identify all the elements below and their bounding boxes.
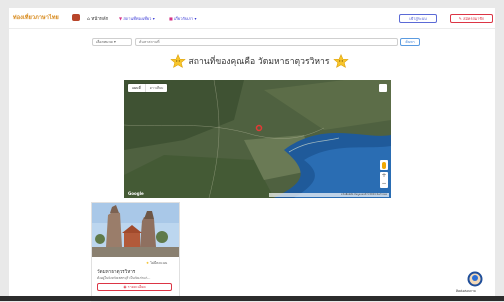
card-description: ตั้งอยู่ในจังหวัดเพชรบุรี เป็นวัดเก่าแก่…: [97, 276, 151, 280]
map-attribution[interactable]: แป้นพิมพ์ลัด ข้อมูลแผนที่ ©2024 ข้อกำหนด: [269, 193, 389, 197]
zoom-in-button[interactable]: +: [380, 172, 388, 180]
star-face-icon: [332, 54, 349, 68]
page: ท่องเที่ยวภาษาไทย ⌂ หน้าหลัก ▼ สถานที่ท่…: [9, 8, 495, 302]
google-logo: Google: [128, 191, 144, 196]
zoom-control: + −: [380, 172, 388, 188]
eye-icon: ◉: [123, 285, 127, 289]
home-icon: ⌂: [87, 17, 90, 22]
place-photo: [92, 203, 179, 257]
zoom-out-button[interactable]: −: [380, 180, 388, 188]
bottom-taskbar: [0, 296, 504, 301]
page-title: สถานที่ของคุณคือ วัดมหาธาตุวรวิหาร: [159, 54, 359, 68]
card-rating: ★ ไม่มีคะแนน: [146, 261, 168, 265]
category-select[interactable]: เลือกหมวด ▾: [92, 38, 132, 46]
map-tab[interactable]: แผนที่: [128, 84, 145, 92]
fullscreen-icon[interactable]: [379, 84, 387, 92]
star-face-icon: [169, 54, 186, 68]
chevron-down-icon: ▾: [194, 16, 197, 21]
navbar: ท่องเที่ยวภาษาไทย ⌂ หน้าหลัก ▼ สถานที่ท่…: [9, 8, 495, 29]
chat-avatar-icon[interactable]: [467, 271, 483, 287]
page-title-text: สถานที่ของคุณคือ วัดมหาธาตุวรวิหาร: [188, 57, 330, 67]
chevron-down-icon: ▾: [152, 16, 155, 21]
building-icon: ■: [169, 16, 173, 21]
brand-logo-text[interactable]: ท่องเที่ยวภาษาไทย: [13, 14, 59, 22]
card-details-button[interactable]: ◉ รายละเอียด: [97, 283, 172, 291]
star-icon: ★: [146, 261, 150, 265]
chevron-down-icon: ▾: [114, 40, 116, 44]
satellite-tab[interactable]: ดาวเทียม: [144, 84, 168, 92]
brand-logo-icon: [72, 14, 80, 21]
card-title: วัดมหาธาตุวรวิหาร: [97, 270, 136, 275]
map-view[interactable]: แผนที่ ดาวเทียม + − Google แป้นพิมพ์ลัด …: [124, 80, 391, 198]
pegman-icon[interactable]: [380, 160, 388, 170]
chat-label[interactable]: ติดต่อสอบถาม: [456, 289, 476, 294]
login-button[interactable]: เข้าสู่ระบบ: [399, 14, 437, 23]
nav-dropdown-about[interactable]: ■ เกี่ยวกับเรา ▾: [169, 15, 196, 22]
place-card[interactable]: ★ ไม่มีคะแนน วัดมหาธาตุวรวิหาร ตั้งอยู่ใ…: [91, 202, 180, 302]
nav-dropdown-places[interactable]: ▼ สถานที่ท่องเที่ยว ▾: [119, 15, 155, 22]
pencil-icon: ✎: [458, 16, 462, 21]
search-button[interactable]: ค้นหา: [400, 38, 420, 46]
map-type-toggle: แผนที่ ดาวเทียม: [128, 84, 168, 92]
register-button[interactable]: ✎ สมัครสมาชิก: [450, 14, 493, 23]
satellite-map-image: [124, 80, 391, 198]
nav-home[interactable]: ⌂ หน้าหลัก: [87, 15, 108, 22]
marker-icon: ▼: [119, 16, 123, 21]
search-input[interactable]: ค้นหาสถานที่: [135, 38, 398, 46]
